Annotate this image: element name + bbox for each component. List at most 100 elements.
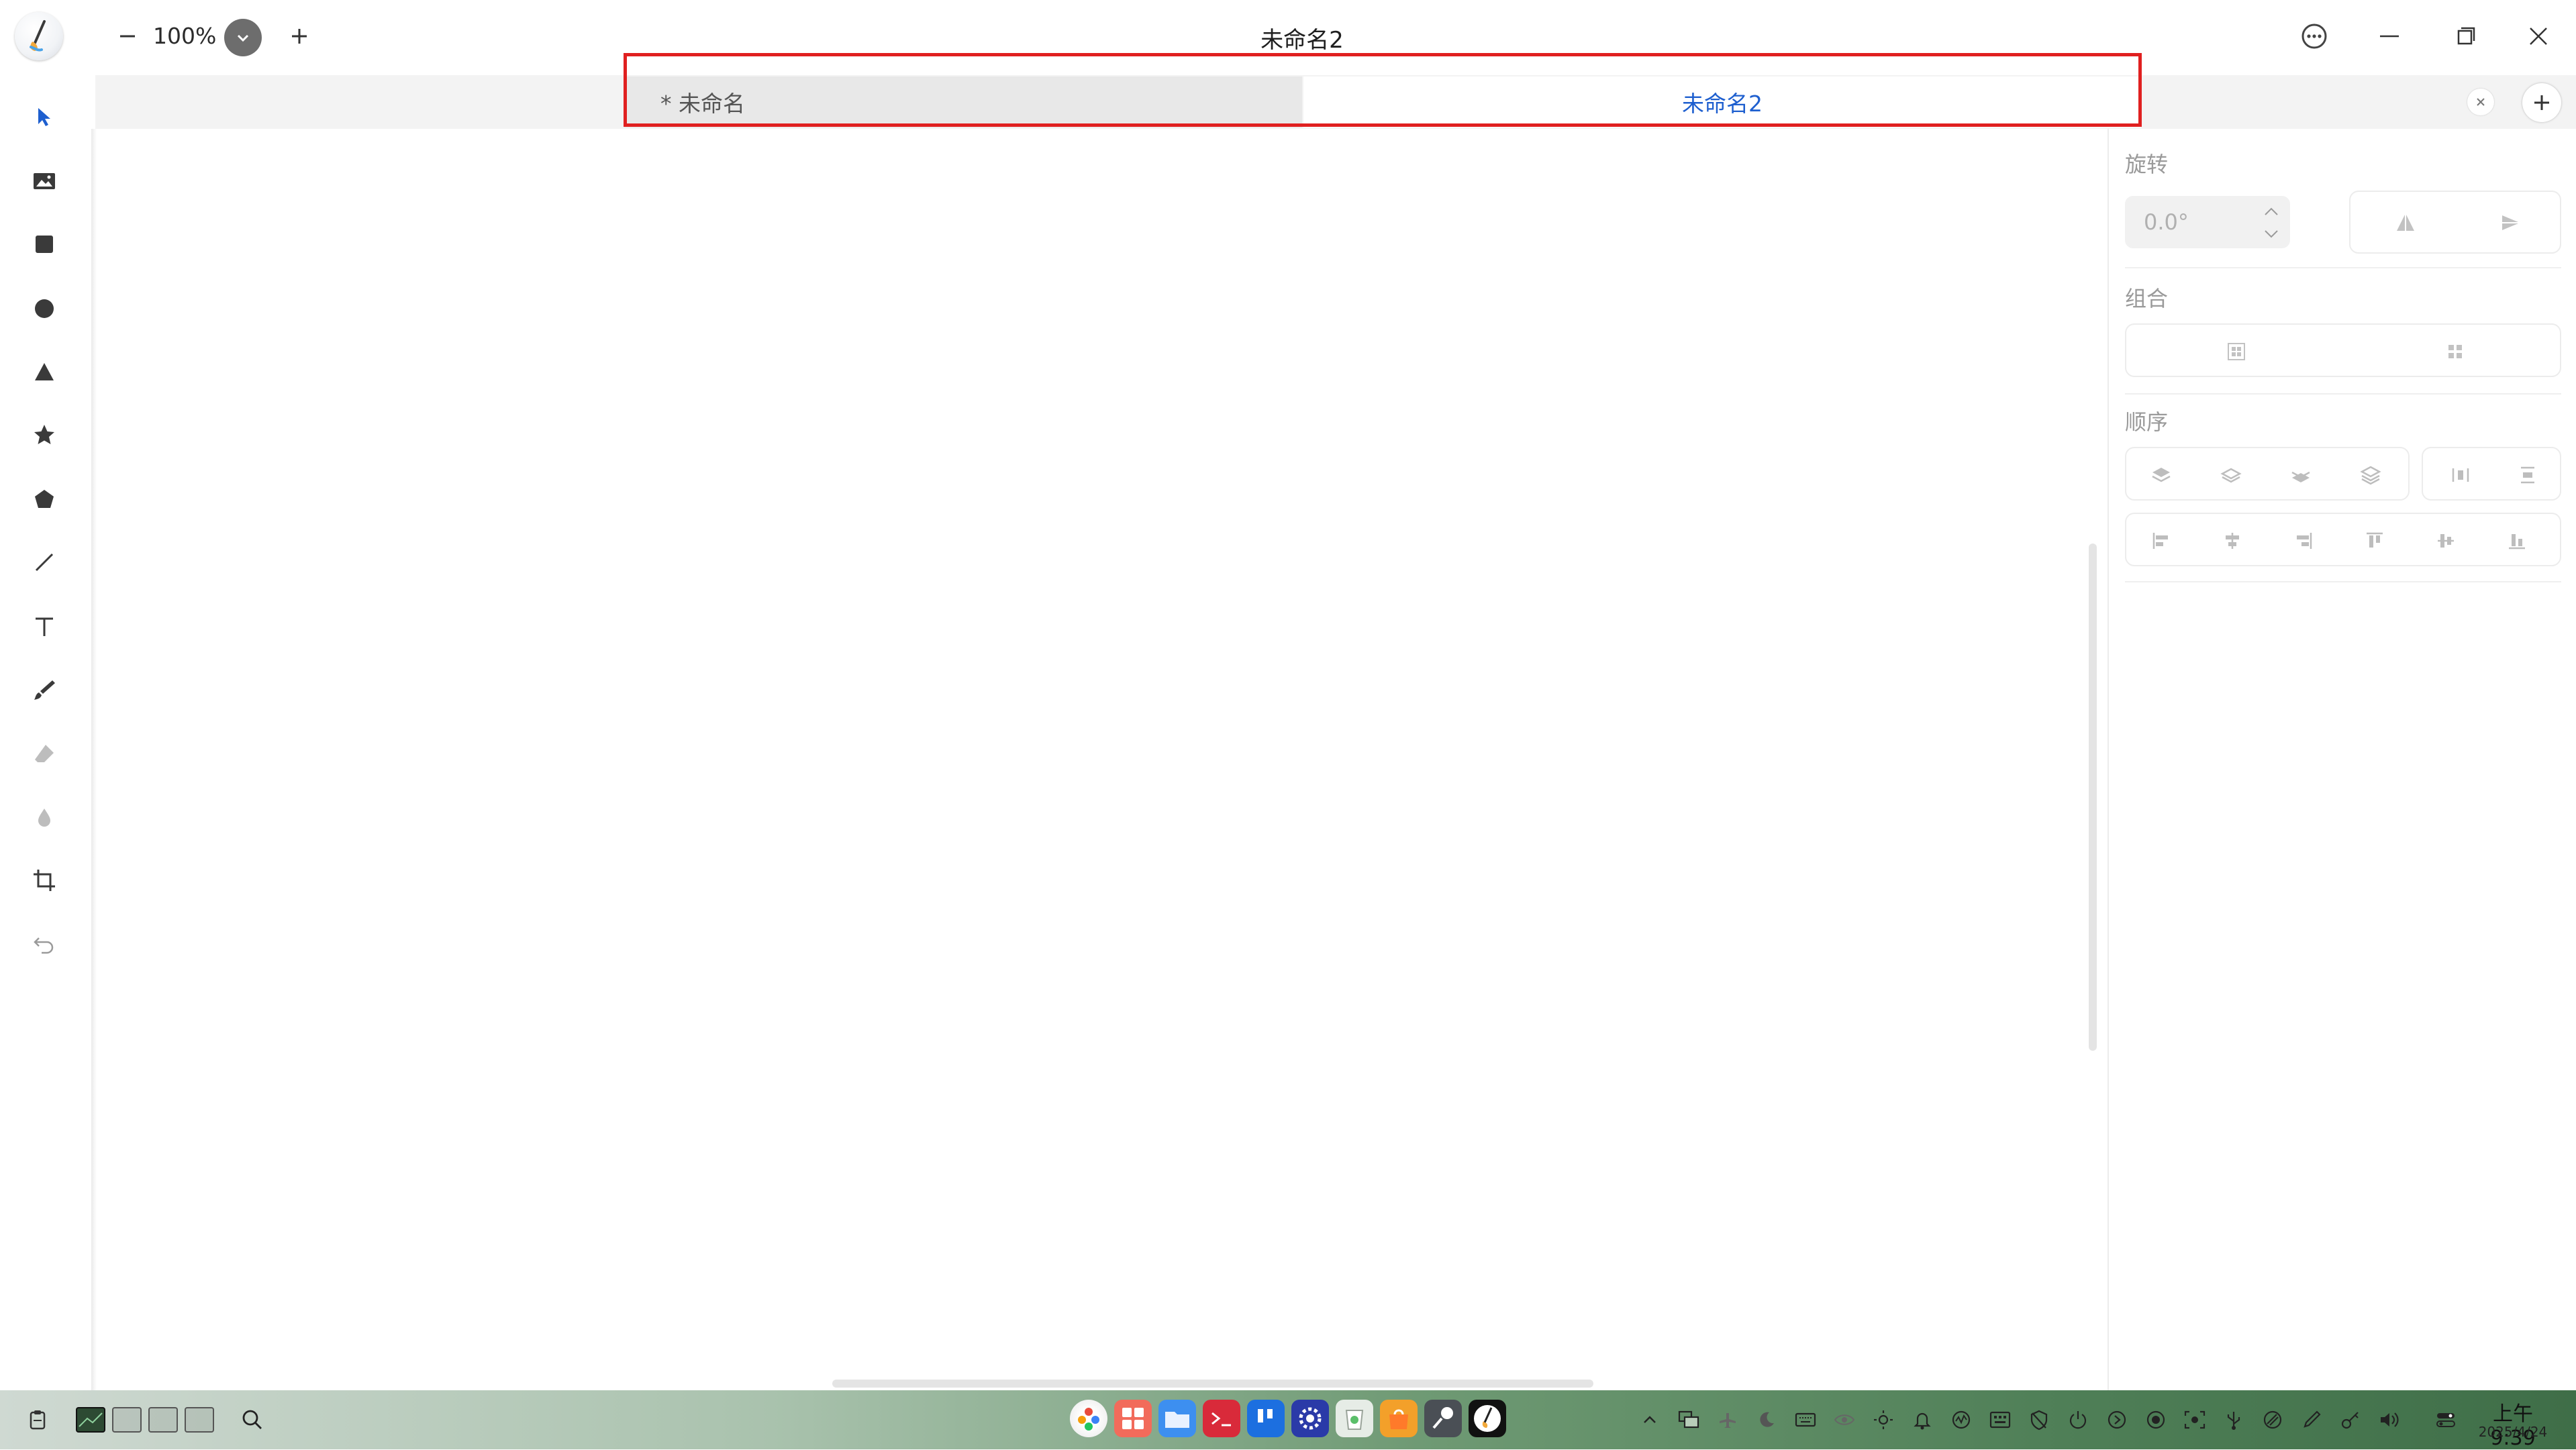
flip-vertical-icon[interactable] — [2497, 209, 2524, 236]
panel-divider — [2125, 393, 2561, 395]
usb-icon[interactable] — [2219, 1405, 2248, 1435]
star-icon[interactable] — [24, 415, 64, 455]
group-button-group — [2125, 323, 2561, 377]
rotation-title: 旋转 — [2125, 152, 2169, 177]
screen-record-icon[interactable] — [2141, 1405, 2171, 1435]
keyboard-icon[interactable] — [1791, 1405, 1820, 1435]
ellipse-icon[interactable] — [24, 289, 64, 329]
terminal-app-icon[interactable] — [1203, 1400, 1240, 1437]
align-group — [2125, 513, 2561, 566]
rotation-value: 0.0° — [2144, 209, 2189, 235]
align-center-vertical-icon[interactable] — [2432, 527, 2459, 554]
power-icon[interactable] — [2063, 1405, 2093, 1435]
tray-expand-icon[interactable] — [1635, 1405, 1665, 1435]
align-left-icon[interactable] — [2148, 527, 2175, 554]
align-bottom-icon[interactable] — [2504, 527, 2530, 554]
trash-app-icon[interactable] — [1336, 1400, 1373, 1437]
close-tab-button[interactable] — [2467, 89, 2494, 115]
editor-app-icon[interactable] — [1247, 1400, 1285, 1437]
screenshot-icon[interactable] — [2180, 1405, 2210, 1435]
undo-icon[interactable] — [24, 925, 64, 965]
eye-care-icon[interactable] — [1830, 1405, 1859, 1435]
pen-input-icon[interactable] — [2297, 1405, 2326, 1435]
key-icon[interactable] — [2336, 1405, 2365, 1435]
polygon-icon[interactable] — [24, 479, 64, 519]
send-to-back-icon[interactable] — [2357, 462, 2384, 488]
flip-horizontal-icon[interactable] — [2392, 209, 2419, 236]
image-icon[interactable] — [24, 161, 64, 201]
media-play-icon[interactable] — [2102, 1405, 2132, 1435]
eraser-icon[interactable] — [24, 734, 64, 774]
triangle-icon[interactable] — [24, 352, 64, 392]
zoom-level: 100% — [153, 23, 217, 49]
clipboard-icon[interactable] — [20, 1402, 55, 1437]
launcher-app-icon[interactable] — [1070, 1400, 1107, 1437]
text-icon[interactable] — [24, 607, 64, 647]
performance-icon[interactable] — [1946, 1405, 1976, 1435]
panel-divider — [2125, 267, 2561, 268]
toolbar-shadow — [91, 129, 97, 1390]
flip-button-group — [2349, 191, 2561, 254]
zoom-in-button[interactable] — [279, 16, 319, 56]
main-menu-button[interactable] — [2294, 16, 2334, 56]
zoom-out-button[interactable] — [107, 16, 148, 56]
align-center-horizontal-icon[interactable] — [2219, 527, 2246, 554]
new-tab-button[interactable] — [2522, 83, 2561, 122]
left-toolbar — [0, 75, 91, 1390]
properties-panel — [2108, 129, 2576, 1390]
ungroup-icon[interactable] — [2442, 338, 2469, 365]
airplane-mode-icon[interactable] — [1713, 1405, 1742, 1435]
rotation-increment-icon[interactable] — [2258, 201, 2285, 221]
horizontal-scrollbar[interactable] — [832, 1380, 1593, 1388]
window-title: 未命名2 — [1260, 27, 1344, 54]
rectangle-icon[interactable] — [24, 224, 64, 264]
volume-icon[interactable] — [2375, 1405, 2404, 1435]
privacy-icon[interactable] — [2024, 1405, 2054, 1435]
maximize-button[interactable] — [2446, 16, 2486, 56]
file-manager-app-icon[interactable] — [1158, 1400, 1196, 1437]
highlight-annotation-box — [624, 53, 2142, 127]
crop-icon[interactable] — [24, 860, 64, 900]
brightness-icon[interactable] — [1869, 1405, 1898, 1435]
align-top-icon[interactable] — [2361, 527, 2388, 554]
notification-bell-icon[interactable] — [1908, 1405, 1937, 1435]
line-icon[interactable] — [24, 542, 64, 582]
rotation-input[interactable]: 0.0° — [2125, 196, 2290, 248]
drawing-canvas[interactable] — [97, 129, 2110, 1390]
group-icon[interactable] — [2223, 338, 2250, 365]
brush-icon[interactable] — [24, 670, 64, 710]
align-right-icon[interactable] — [2290, 527, 2317, 554]
workspace-4-icon[interactable] — [183, 1402, 216, 1437]
group-title: 组合 — [2125, 286, 2169, 311]
workspace-1-icon[interactable] — [74, 1402, 107, 1437]
zoom-dropdown-button[interactable] — [224, 19, 262, 56]
clock-date[interactable]: 2025/4/24 — [2474, 1424, 2552, 1440]
multitask-app-icon[interactable] — [1114, 1400, 1152, 1437]
draw-app-active-icon[interactable] — [1469, 1400, 1506, 1437]
workspace-2-icon[interactable] — [110, 1402, 144, 1437]
control-center-icon[interactable] — [2431, 1405, 2461, 1435]
rotation-decrement-icon[interactable] — [2258, 224, 2285, 244]
app-logo-icon — [15, 12, 63, 60]
bring-forward-icon[interactable] — [2218, 462, 2244, 488]
distribute-group — [2422, 447, 2561, 501]
send-backward-icon[interactable] — [2287, 462, 2314, 488]
minimize-button[interactable] — [2369, 16, 2410, 56]
workspace-3-icon[interactable] — [146, 1402, 180, 1437]
app-store-icon[interactable] — [1380, 1400, 1418, 1437]
layer-order-group — [2125, 447, 2410, 501]
input-method-icon[interactable] — [1985, 1405, 2015, 1435]
close-window-button[interactable] — [2518, 16, 2559, 56]
search-icon[interactable] — [235, 1402, 270, 1437]
distribute-horizontal-icon[interactable] — [2447, 462, 2474, 488]
settings-app-icon[interactable] — [1291, 1400, 1329, 1437]
select-arrow-icon[interactable] — [24, 97, 64, 137]
window-switch-icon[interactable] — [1674, 1405, 1703, 1435]
blur-icon[interactable] — [24, 797, 64, 837]
bring-to-front-icon[interactable] — [2148, 462, 2175, 488]
night-mode-icon[interactable] — [1752, 1405, 1781, 1435]
drawing-app-icon[interactable] — [1424, 1400, 1462, 1437]
vertical-scrollbar[interactable] — [2089, 543, 2097, 1051]
distribute-vertical-icon[interactable] — [2514, 462, 2541, 488]
vpn-icon[interactable] — [2258, 1405, 2287, 1435]
